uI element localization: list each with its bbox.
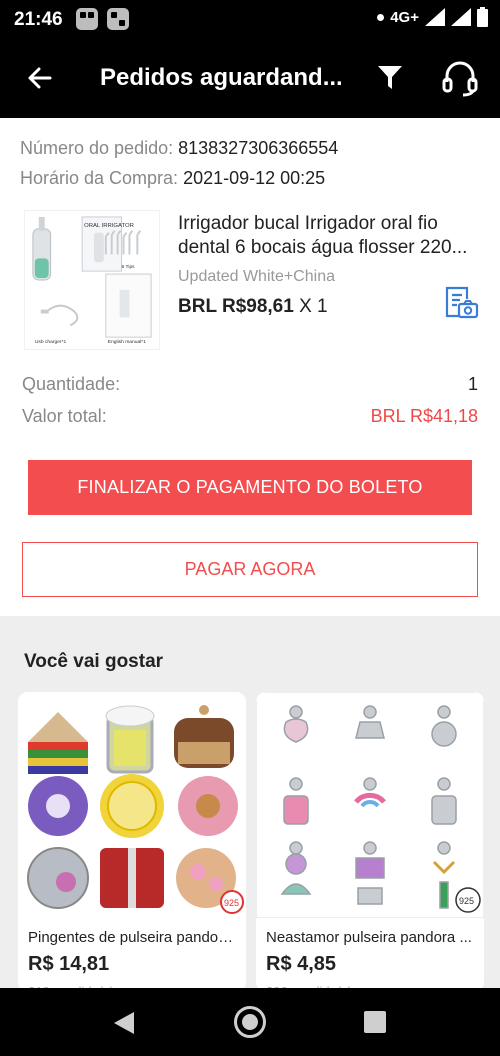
battery-icon <box>477 7 488 27</box>
back-arrow-icon[interactable] <box>24 62 56 94</box>
total-value: BRL R$41,18 <box>370 406 478 426</box>
total-label: Valor total: <box>22 406 107 426</box>
order-number-row: Número do pedido: 8138327306366554 <box>20 133 338 163</box>
product-price-row: BRL R$98,61 X 1 <box>178 296 328 318</box>
status-indicators: 4G+ <box>377 7 488 27</box>
product-image[interactable]: ORAL IRRIGATOR 6 Tips Usb charger*1 Engl… <box>24 210 160 350</box>
product-variant: Updated White+China <box>178 268 335 285</box>
purchase-date-value: 2021-09-12 00:25 <box>183 168 326 188</box>
app-header: Pedidos aguardand... <box>0 40 500 118</box>
purchase-date-label: Horário da Compra: <box>20 168 179 188</box>
product-title[interactable]: Irrigador bucal Irrigador oral fio denta… <box>178 212 478 260</box>
product-image[interactable]: 925 <box>18 692 246 918</box>
filter-icon[interactable] <box>377 64 403 92</box>
quantity-value: 1 <box>467 374 478 394</box>
pay-now-button[interactable]: PAGAR AGORA <box>22 542 478 597</box>
product-badge: 925 <box>224 898 239 908</box>
quantity-label: Quantidade: <box>22 374 121 394</box>
purchase-date-row: Horário da Compra: 2021-09-12 00:25 <box>20 163 338 193</box>
nav-recents-icon[interactable] <box>364 1011 386 1033</box>
order-number-value: 8138327306366554 <box>178 138 339 158</box>
signal-icon <box>451 8 471 26</box>
product-quantity: X 1 <box>299 296 328 317</box>
product-image-text: English manual*1 <box>108 339 146 345</box>
quantity-row: Quantidade: 1 <box>22 374 478 395</box>
network-type: 4G+ <box>390 8 419 26</box>
recommended-product-card[interactable]: 925 Pingentes de pulseira pandora ... R$… <box>18 692 246 992</box>
recommended-product-card[interactable]: 925 Neastamor pulseira pandora ... R$ 4,… <box>256 692 484 992</box>
product-title-line: dental 6 bocais água flosser 220... <box>178 237 468 258</box>
status-bar: 21:46 4G+ <box>0 0 500 40</box>
order-info: Número do pedido: 8138327306366554 Horár… <box>20 133 338 193</box>
product-image-text: 6 Tips <box>122 264 136 270</box>
invoice-photo-icon[interactable] <box>443 285 479 321</box>
notification-app-icon <box>107 8 129 30</box>
notification-app-icon <box>76 8 98 30</box>
product-image[interactable]: 925 <box>256 692 484 918</box>
recommended-product-price: R$ 4,85 <box>266 953 337 975</box>
notification-dot-icon <box>377 13 385 21</box>
order-number-label: Número do pedido: <box>20 138 174 158</box>
system-nav-bar <box>0 988 500 1056</box>
total-row: Valor total: BRL R$41,18 <box>22 406 478 427</box>
recommended-product-name: Pingentes de pulseira pandora ... <box>28 929 238 946</box>
nav-back-icon[interactable] <box>114 1012 134 1034</box>
recommendations-title: Você vai gostar <box>24 651 164 672</box>
recommended-product-price: R$ 14,81 <box>28 953 110 975</box>
headset-icon[interactable] <box>440 59 480 97</box>
recommended-product-name: Neastamor pulseira pandora ... <box>266 929 472 946</box>
product-image-text: Usb charger*1 <box>35 339 67 345</box>
product-badge: 925 <box>459 896 474 906</box>
product-title-line: Irrigador bucal Irrigador oral fio <box>178 213 438 234</box>
page-title: Pedidos aguardand... <box>100 64 343 91</box>
product-price: BRL R$98,61 <box>178 296 294 317</box>
signal-icon <box>425 8 445 26</box>
status-time: 21:46 <box>14 9 63 30</box>
finalize-boleto-payment-button[interactable]: FINALIZAR O PAGAMENTO DO BOLETO <box>28 460 472 515</box>
nav-home-icon[interactable] <box>234 1006 266 1038</box>
product-image-text: ORAL IRRIGATOR <box>84 223 134 229</box>
